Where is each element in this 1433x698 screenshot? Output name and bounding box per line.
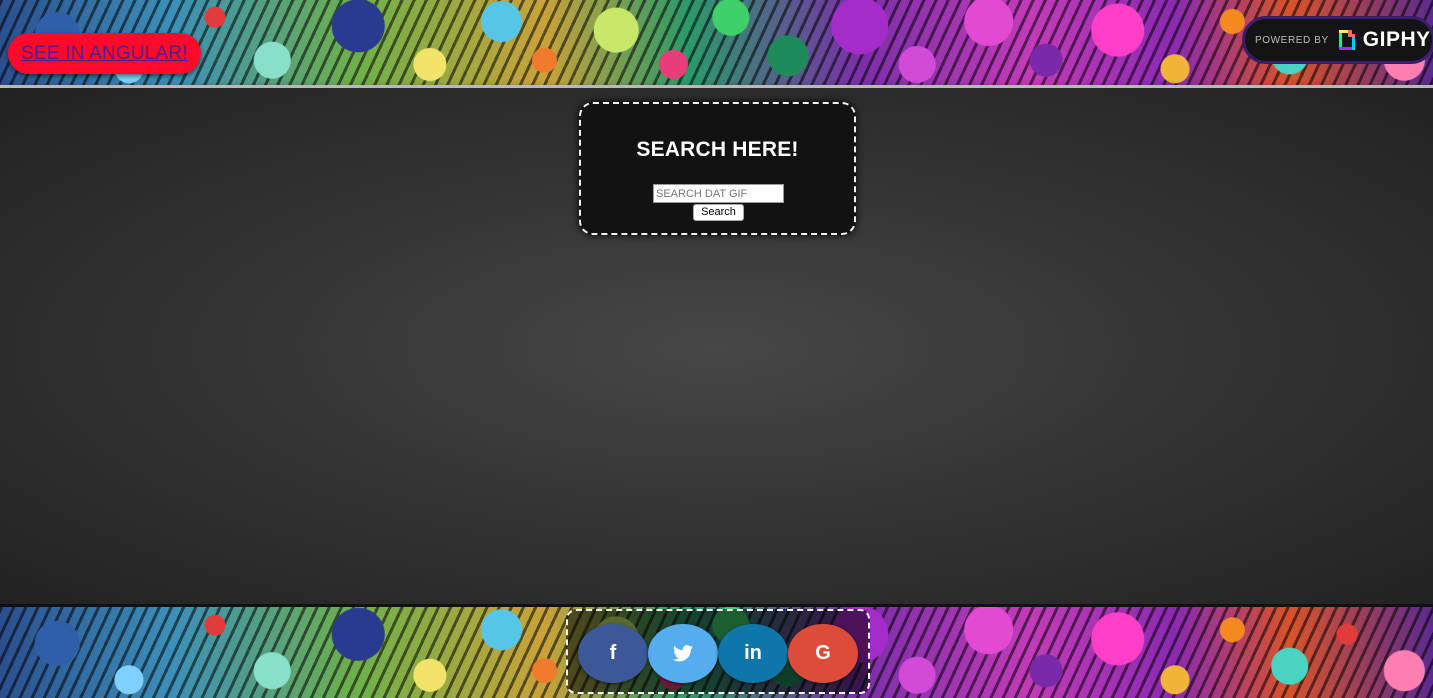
twitter-button[interactable] — [648, 624, 718, 683]
linkedin-icon: in — [744, 642, 762, 664]
giphy-wordmark: GIPHY — [1362, 28, 1431, 51]
page: SEE IN ANGULAR! POWERED BY GIPHY SEARCH … — [0, 0, 1433, 698]
search-input[interactable] — [653, 184, 784, 203]
linkedin-button[interactable]: in — [718, 624, 788, 683]
facebook-icon: f — [609, 642, 617, 664]
see-in-angular-link[interactable]: SEE IN ANGULAR! — [21, 43, 188, 65]
giphy-logo-icon — [1338, 30, 1355, 50]
header-banner-art — [0, 0, 1433, 86]
google-icon: G — [815, 642, 831, 664]
facebook-button[interactable]: f — [578, 624, 648, 683]
social-share-panel: f in G — [566, 609, 870, 694]
search-title: SEARCH HERE! — [636, 138, 799, 161]
search-panel: SEARCH HERE! Search — [579, 102, 856, 235]
angular-link-pill[interactable]: SEE IN ANGULAR! — [8, 33, 201, 74]
powered-by-label: POWERED BY — [1255, 34, 1329, 46]
google-button[interactable]: G — [788, 624, 858, 683]
search-button[interactable]: Search — [693, 204, 744, 221]
powered-by-giphy-badge[interactable]: POWERED BY GIPHY — [1242, 16, 1433, 64]
twitter-icon — [673, 645, 693, 662]
